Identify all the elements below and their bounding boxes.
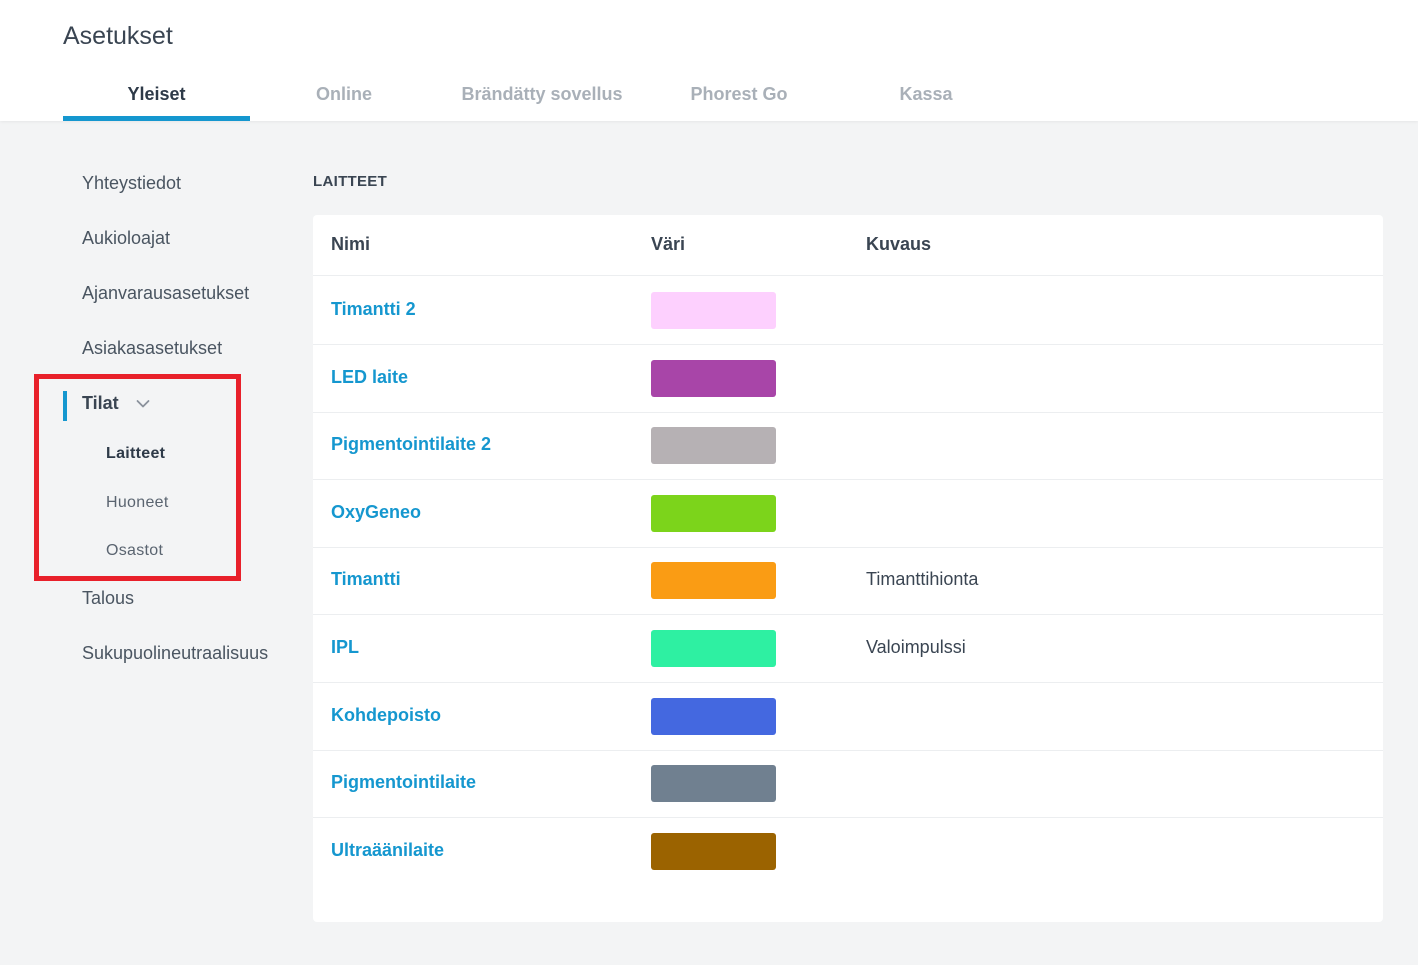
tab-yleiset[interactable]: Yleiset — [63, 76, 250, 121]
table-row[interactable]: Timantti Timanttihionta — [313, 547, 1383, 616]
table-row[interactable]: Pigmentointilaite — [313, 750, 1383, 819]
tab-bar: Yleiset Online Brändätty sovellus Phores… — [0, 76, 1418, 121]
sidebar-item-yhteystiedot[interactable]: Yhteystiedot — [82, 173, 181, 194]
table-header: Nimi Väri Kuvaus — [313, 215, 1383, 276]
devices-table: Nimi Väri Kuvaus Timantti 2 LED laite Pigm… — [313, 215, 1383, 922]
tab-phorest-go[interactable]: Phorest Go — [676, 76, 802, 121]
table-row[interactable]: LED laite — [313, 345, 1383, 413]
tab-brandatty-sovellus[interactable]: Brändätty sovellus — [446, 76, 638, 121]
column-header-description[interactable]: Kuvaus — [866, 234, 931, 255]
highlight-annotation-box — [34, 374, 241, 581]
color-swatch — [651, 630, 776, 667]
color-swatch — [651, 765, 776, 803]
table-row[interactable]: Kohdepoisto — [313, 683, 1383, 751]
sidebar-item-aukioloajat[interactable]: Aukioloajat — [82, 228, 170, 249]
column-header-color[interactable]: Väri — [651, 234, 685, 255]
device-name-link[interactable]: Kohdepoisto — [331, 705, 441, 726]
tab-kassa[interactable]: Kassa — [880, 76, 972, 121]
sidebar-item-talous[interactable]: Talous — [82, 588, 134, 609]
sidebar-item-sukupuolineutraalisuus[interactable]: Sukupuolineutraalisuus — [82, 643, 268, 664]
color-swatch — [651, 427, 776, 465]
color-swatch — [651, 562, 776, 600]
color-swatch — [651, 697, 776, 735]
table-row[interactable]: OxyGeneo — [313, 480, 1383, 548]
color-swatch — [651, 292, 776, 329]
device-name-link[interactable]: IPL — [331, 637, 359, 658]
tab-online[interactable]: Online — [290, 76, 398, 121]
page-title: Asetukset — [63, 22, 173, 50]
table-row[interactable]: Ultraäänilaite — [313, 818, 1383, 886]
device-name-link[interactable]: Pigmentointilaite 2 — [331, 434, 491, 455]
sidebar-item-asiakasasetukset[interactable]: Asiakasasetukset — [82, 338, 222, 359]
device-name-link[interactable]: LED laite — [331, 367, 408, 388]
device-name-link[interactable]: Pigmentointilaite — [331, 772, 476, 793]
device-description: Valoimpulssi — [866, 637, 966, 657]
device-name-link[interactable]: Ultraäänilaite — [331, 840, 444, 861]
column-header-name[interactable]: Nimi — [331, 234, 370, 255]
table-row[interactable]: Timantti 2 — [313, 277, 1383, 345]
device-name-link[interactable]: OxyGeneo — [331, 502, 421, 523]
color-swatch — [651, 832, 776, 870]
color-swatch — [651, 359, 776, 397]
top-bar: Asetukset Yleiset Online Brändätty sovel… — [0, 0, 1418, 121]
device-description: Timanttihionta — [866, 569, 979, 590]
sidebar-item-ajanvarausasetukset[interactable]: Ajanvarausasetukset — [82, 283, 249, 304]
device-name-link[interactable]: Timantti — [331, 569, 401, 590]
device-name-link[interactable]: Timantti 2 — [331, 299, 416, 320]
section-title: LAITTEET — [313, 173, 388, 190]
color-swatch — [651, 494, 776, 532]
table-row[interactable]: Pigmentointilaite 2 — [313, 412, 1383, 481]
table-row[interactable]: IPL Valoimpulssi — [313, 615, 1383, 683]
